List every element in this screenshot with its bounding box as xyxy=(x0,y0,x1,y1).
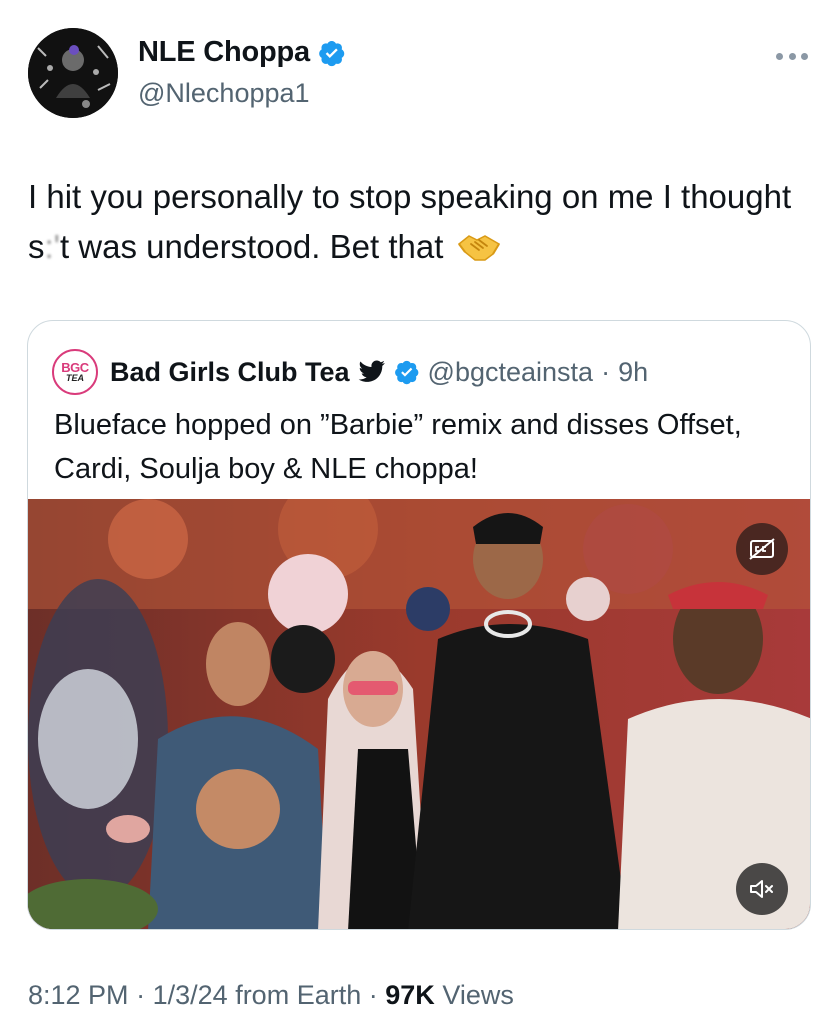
quoted-author-handle[interactable]: @bgcteainsta xyxy=(428,357,594,388)
closed-captions-icon xyxy=(749,538,775,560)
quoted-tweet-text: Blueface hopped on ”Barbie” remix and di… xyxy=(54,409,742,485)
tweet-metadata: 8:12 PM · 1/3/24 from Earth · 97K Views xyxy=(28,980,514,1011)
tweet-text-after: t was understood. Bet that xyxy=(59,228,444,265)
post-source: from Earth xyxy=(235,980,362,1010)
views-label: Views xyxy=(442,980,514,1010)
verified-badge-icon xyxy=(319,40,345,66)
closed-captions-button[interactable] xyxy=(736,523,788,575)
handshake-emoji-icon xyxy=(457,235,500,261)
quoted-separator: · xyxy=(601,356,611,387)
tweet-text: I hit you personally to stop speaking on… xyxy=(28,172,808,272)
quoted-author-avatar[interactable]: BGC TEA xyxy=(52,349,98,395)
author-handle[interactable]: @Nlechoppa1 xyxy=(138,78,310,109)
views-count[interactable]: 97K xyxy=(385,980,435,1010)
quoted-verified-badge-icon xyxy=(394,360,418,385)
quoted-tweet-header: BGC TEA Bad Girls Club Tea @bgcteainsta ·… xyxy=(52,349,648,395)
video-frame-image xyxy=(28,499,810,929)
quoted-tweet-card[interactable]: BGC TEA Bad Girls Club Tea @bgcteainsta ·… xyxy=(27,320,811,930)
quoted-video-media[interactable] xyxy=(28,499,810,929)
author-display-name[interactable]: NLE Choppa xyxy=(138,36,310,69)
more-options-icon[interactable] xyxy=(776,50,808,62)
quoted-avatar-logo-bottom: TEA xyxy=(66,373,84,383)
twitter-bird-icon xyxy=(358,360,385,382)
tweet-text-censored: :' xyxy=(44,228,60,265)
mute-button[interactable] xyxy=(736,863,788,915)
quoted-time[interactable]: 9h xyxy=(618,357,648,388)
quoted-author-name[interactable]: Bad Girls Club Tea xyxy=(110,357,350,388)
post-date[interactable]: 1/3/24 xyxy=(153,980,228,1010)
footer-separator: · xyxy=(368,980,378,1010)
author-avatar[interactable] xyxy=(28,28,118,118)
tweet-detail: NLE Choppa @Nlechoppa1 I hit you persona… xyxy=(0,0,838,1024)
footer-separator: · xyxy=(136,980,146,1010)
mute-icon xyxy=(750,880,773,898)
author-name-row: NLE Choppa xyxy=(138,36,346,69)
post-time[interactable]: 8:12 PM xyxy=(28,980,129,1010)
